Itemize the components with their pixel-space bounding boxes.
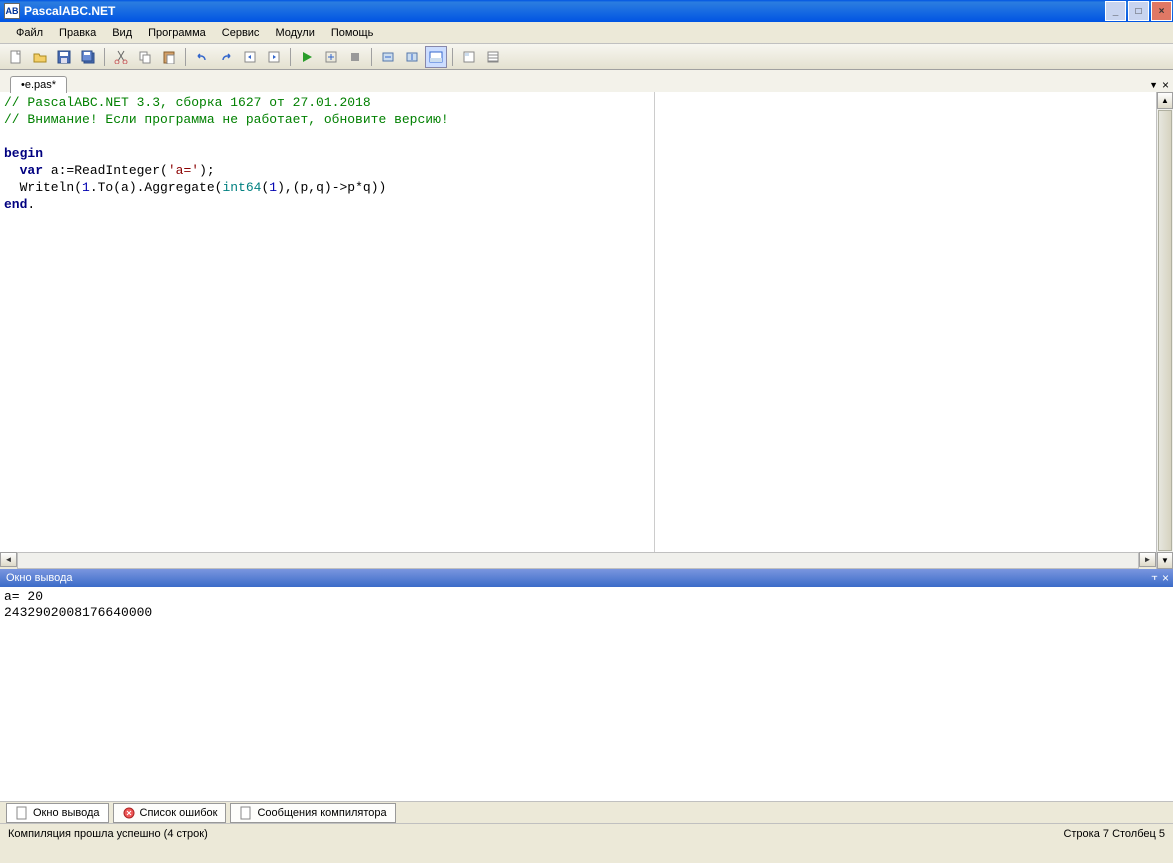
menu-edit[interactable]: Правка	[51, 24, 104, 42]
open-file-icon[interactable]	[29, 46, 51, 68]
scroll-right-icon[interactable]: ►	[1139, 552, 1156, 567]
tab-menu-icon[interactable]: ▼	[1149, 80, 1158, 90]
menu-file[interactable]: Файл	[8, 24, 51, 42]
file-tabs: •e.pas* ▼ ×	[0, 70, 1173, 92]
toolbar-separator	[371, 48, 372, 66]
design-icon[interactable]	[458, 46, 480, 68]
menu-program[interactable]: Программа	[140, 24, 214, 42]
output-panel-title: Окно вывода	[6, 572, 73, 584]
output-panel[interactable]: a= 20 2432902008176640000	[0, 587, 1173, 801]
tab-close-icon[interactable]: ×	[1162, 78, 1169, 92]
toolbar	[0, 44, 1173, 70]
tab-compiler-messages[interactable]: Сообщения компилятора	[230, 803, 395, 823]
code-line: // PascalABC.NET 3.3, сборка 1627 от 27.…	[4, 95, 371, 110]
tab-label: Список ошибок	[140, 807, 218, 819]
editor-area: // PascalABC.NET 3.3, сборка 1627 от 27.…	[0, 92, 1173, 569]
nav-back-icon[interactable]	[239, 46, 261, 68]
close-button[interactable]: ×	[1151, 1, 1172, 21]
toolbar-separator	[290, 48, 291, 66]
scroll-left-icon[interactable]: ◄	[0, 552, 17, 567]
code-editor[interactable]: // PascalABC.NET 3.3, сборка 1627 от 27.…	[0, 92, 655, 552]
scroll-down-icon[interactable]: ▼	[1157, 552, 1173, 569]
close-panel-icon[interactable]: ×	[1162, 571, 1169, 585]
vertical-scrollbar[interactable]: ▲ ▼	[1156, 92, 1173, 569]
toolbar-separator	[104, 48, 105, 66]
cut-icon[interactable]	[110, 46, 132, 68]
undo-icon[interactable]	[191, 46, 213, 68]
horizontal-scrollbar[interactable]: ◄ ►	[0, 552, 1156, 569]
toolbar-separator	[452, 48, 453, 66]
nav-forward-icon[interactable]	[263, 46, 285, 68]
status-message: Компиляция прошла успешно (4 строк)	[8, 828, 208, 840]
title-bar: AB PascalABC.NET _ □ ×	[0, 0, 1173, 22]
cursor-position: Строка 7 Столбец 5	[1063, 828, 1165, 840]
window-controls: _ □ ×	[1104, 0, 1173, 22]
bottom-tabs: Окно вывода Список ошибок Сообщения комп…	[0, 801, 1173, 823]
properties-icon[interactable]	[482, 46, 504, 68]
toggle-output-icon[interactable]	[425, 46, 447, 68]
copy-icon[interactable]	[134, 46, 156, 68]
secondary-pane	[655, 92, 1156, 552]
tab-label: Окно вывода	[33, 807, 100, 819]
paste-icon[interactable]	[158, 46, 180, 68]
menu-modules[interactable]: Модули	[267, 24, 322, 42]
menu-view[interactable]: Вид	[104, 24, 140, 42]
maximize-button[interactable]: □	[1128, 1, 1149, 21]
app-title: PascalABC.NET	[24, 4, 115, 18]
code-line: // Внимание! Если программа не работает,…	[4, 112, 449, 127]
doc-icon	[15, 806, 29, 820]
new-file-icon[interactable]	[5, 46, 27, 68]
pin-icon[interactable]: ⫟	[1151, 571, 1158, 585]
stop-icon[interactable]	[344, 46, 366, 68]
tab-error-list[interactable]: Список ошибок	[113, 803, 227, 823]
tab-label: Сообщения компилятора	[257, 807, 386, 819]
tab-bar-controls: ▼ ×	[1149, 78, 1173, 92]
redo-icon[interactable]	[215, 46, 237, 68]
step-over-icon[interactable]	[377, 46, 399, 68]
save-all-icon[interactable]	[77, 46, 99, 68]
menu-service[interactable]: Сервис	[214, 24, 268, 42]
output-panel-header: Окно вывода ⫟ ×	[0, 569, 1173, 587]
tab-output-window[interactable]: Окно вывода	[6, 803, 109, 823]
app-icon: AB	[4, 3, 20, 19]
code-line	[4, 163, 20, 178]
menu-bar: Файл Правка Вид Программа Сервис Модули …	[0, 22, 1173, 44]
compile-icon[interactable]	[320, 46, 342, 68]
step-into-icon[interactable]	[401, 46, 423, 68]
code-line: end	[4, 197, 27, 212]
minimize-button[interactable]: _	[1105, 1, 1126, 21]
doc-icon	[239, 806, 253, 820]
file-tab[interactable]: •e.pas*	[10, 76, 67, 93]
run-icon[interactable]	[296, 46, 318, 68]
save-icon[interactable]	[53, 46, 75, 68]
menu-help[interactable]: Помощь	[323, 24, 382, 42]
scroll-up-icon[interactable]: ▲	[1157, 92, 1173, 109]
status-bar: Компиляция прошла успешно (4 строк) Стро…	[0, 823, 1173, 843]
code-line: Writeln(	[4, 180, 82, 195]
toolbar-separator	[185, 48, 186, 66]
scroll-track[interactable]	[17, 552, 1139, 569]
scroll-thumb[interactable]	[1158, 110, 1172, 551]
code-line: begin	[4, 146, 43, 161]
error-icon	[122, 806, 136, 820]
